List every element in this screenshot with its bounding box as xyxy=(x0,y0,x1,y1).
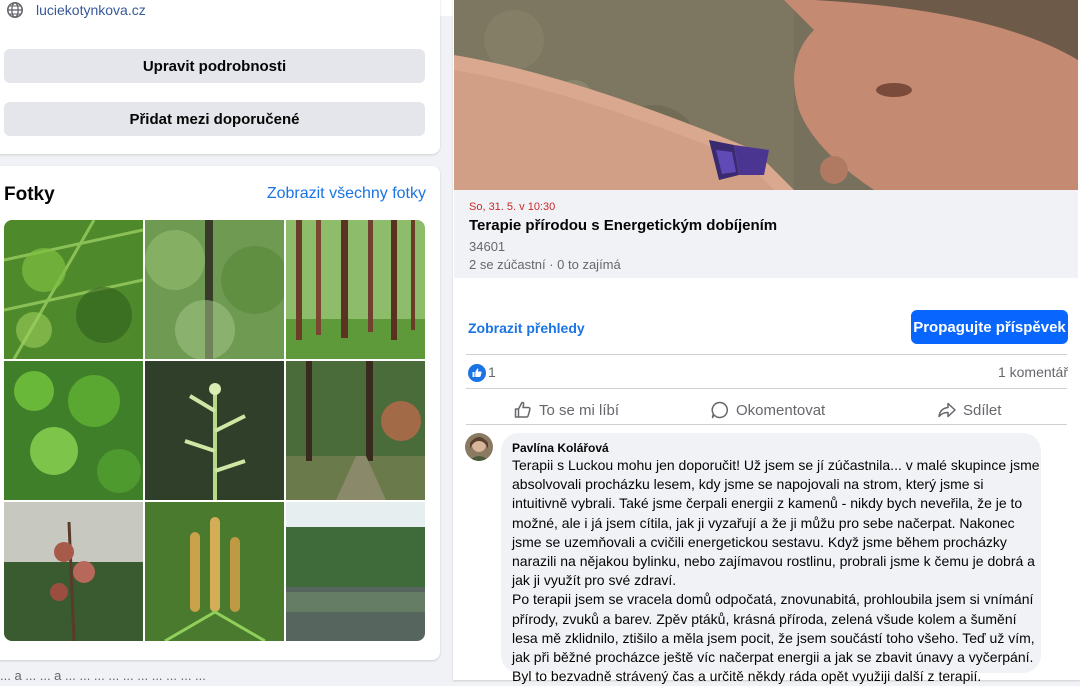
photo-forest-trunks[interactable] xyxy=(286,220,425,359)
event-title[interactable]: Terapie přírodou s Energetickým dobíjení… xyxy=(469,217,777,234)
view-insights-link[interactable]: Zobrazit přehledy xyxy=(468,320,585,336)
photos-title: Fotky xyxy=(4,184,55,205)
comment-author[interactable]: Pavlína Kolářová xyxy=(512,441,609,455)
event-date: So, 31. 5. v 10:30 xyxy=(469,201,556,213)
cut-off-text: ... a ... ... a ... ... ... ... ... ... … xyxy=(0,668,206,683)
share-arrow-icon xyxy=(938,402,956,418)
post-card: So, 31. 5. v 10:30 Terapie přírodou s En… xyxy=(453,0,1080,684)
comment-paragraph: Terapii s Luckou mohu jen doporučit! Už … xyxy=(512,457,1040,589)
divider xyxy=(466,354,1067,355)
event-attendance: 2 se zúčastní · 0 to zajímá xyxy=(469,257,621,272)
photo-grid xyxy=(4,220,425,641)
comment-button[interactable]: Okomentovat xyxy=(710,398,825,422)
photo-forest-path[interactable] xyxy=(286,361,425,500)
photo-tree-branches[interactable] xyxy=(145,220,284,359)
share-label: Sdílet xyxy=(963,401,1002,419)
divider xyxy=(466,424,1067,425)
website-row: luciekotynkova.cz xyxy=(6,0,146,20)
reaction-count[interactable]: 1 xyxy=(488,364,496,380)
comment-text: Terapii s Luckou mohu jen doporučit! Už … xyxy=(512,456,1040,686)
event-info[interactable]: So, 31. 5. v 10:30 Terapie přírodou s En… xyxy=(454,190,1078,278)
promote-post-button[interactable]: Propagujte příspěvek xyxy=(911,310,1068,344)
comment-count[interactable]: 1 komentář xyxy=(998,364,1068,380)
photo-larch-branches[interactable] xyxy=(4,220,143,359)
like-button[interactable]: To se mi líbí xyxy=(513,398,619,422)
photo-reddish-buds[interactable] xyxy=(4,502,143,641)
thumbs-up-icon xyxy=(514,401,531,418)
like-label: To se mi líbí xyxy=(539,401,620,419)
divider xyxy=(466,388,1067,389)
share-button[interactable]: Sdílet xyxy=(937,398,1001,422)
comment-bubble-icon xyxy=(711,401,729,419)
photos-card: Fotky Zobrazit všechny fotky xyxy=(0,166,440,660)
website-link[interactable]: luciekotynkova.cz xyxy=(36,2,146,18)
event-location: 34601 xyxy=(469,239,506,254)
add-featured-button[interactable]: Přidat mezi doporučené xyxy=(4,102,425,136)
photo-sprout[interactable] xyxy=(145,361,284,500)
globe-icon xyxy=(6,1,24,19)
intro-card: luciekotynkova.cz Upravit podrobnosti Př… xyxy=(0,0,440,154)
edit-details-button[interactable]: Upravit podrobnosti xyxy=(4,49,425,83)
photo-forest-lake[interactable] xyxy=(286,502,425,641)
comment-paragraph: Po terapii jsem se vracela domů odpočatá… xyxy=(512,591,1035,666)
commenter-avatar[interactable] xyxy=(465,433,493,461)
comment-bubble: Pavlína Kolářová Terapii s Luckou mohu j… xyxy=(501,433,1041,684)
comment-paragraph: Byl to bezvadně strávený čas a určitě ně… xyxy=(512,668,982,685)
photo-pine-shoots[interactable] xyxy=(145,502,284,641)
comment-label: Okomentovat xyxy=(736,401,826,419)
photo-green-leaves[interactable] xyxy=(4,361,143,500)
event-cover-photo[interactable] xyxy=(454,0,1078,190)
like-reaction-icon[interactable] xyxy=(468,364,486,382)
see-all-photos-link[interactable]: Zobrazit všechny fotky xyxy=(267,185,426,203)
